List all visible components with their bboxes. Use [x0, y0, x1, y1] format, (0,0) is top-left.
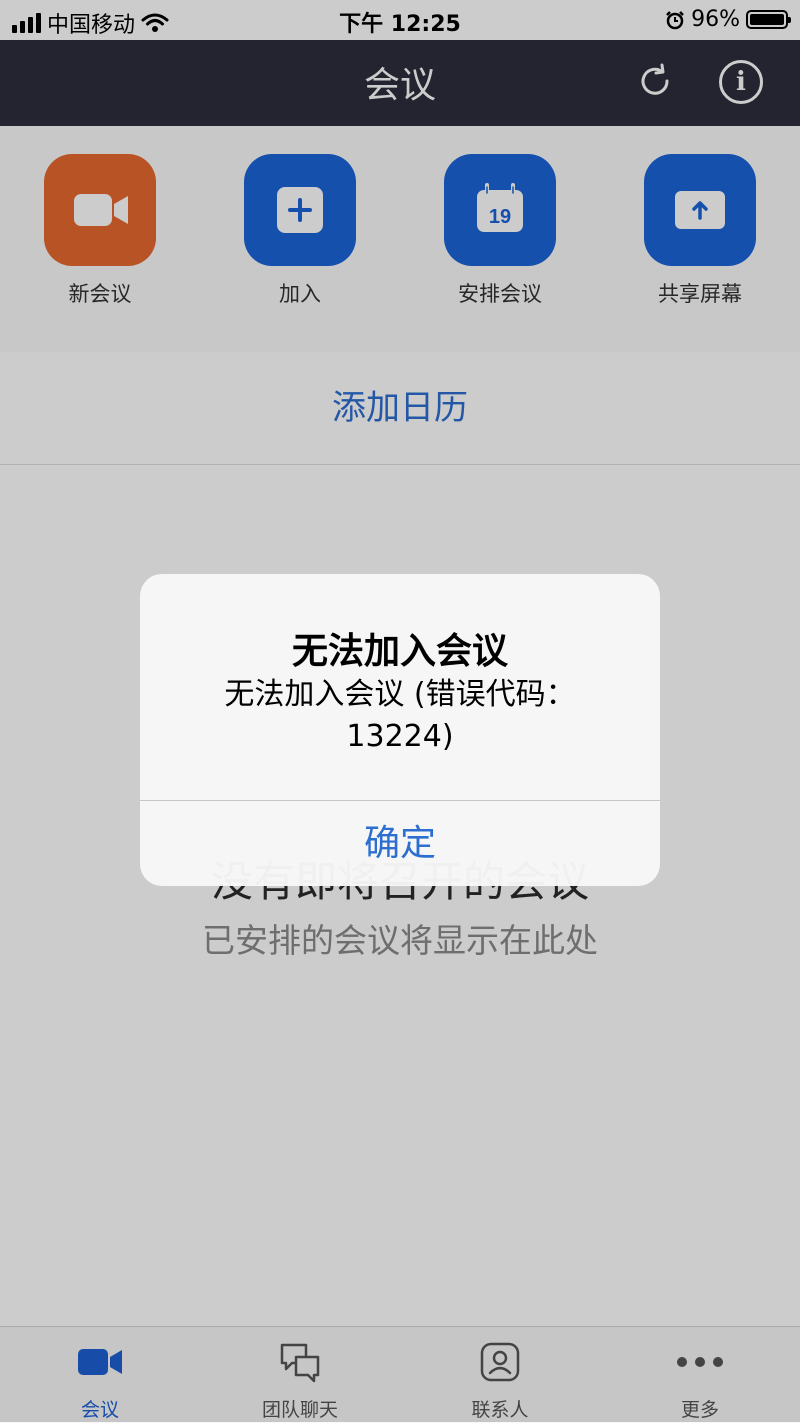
alert-message: 无法加入会议 (错误代码：13224)	[224, 677, 576, 754]
alert-title: 无法加入会议	[291, 631, 508, 672]
app-root: 中国移动 下午 12:25 96% 会议 i 新会议 加入 19 安排会议 共享…	[0, 0, 800, 1423]
alert-confirm-button[interactable]: 确定	[140, 801, 660, 886]
error-alert-dialog: 无法加入会议 无法加入会议 (错误代码：13224) 确定	[140, 574, 660, 886]
